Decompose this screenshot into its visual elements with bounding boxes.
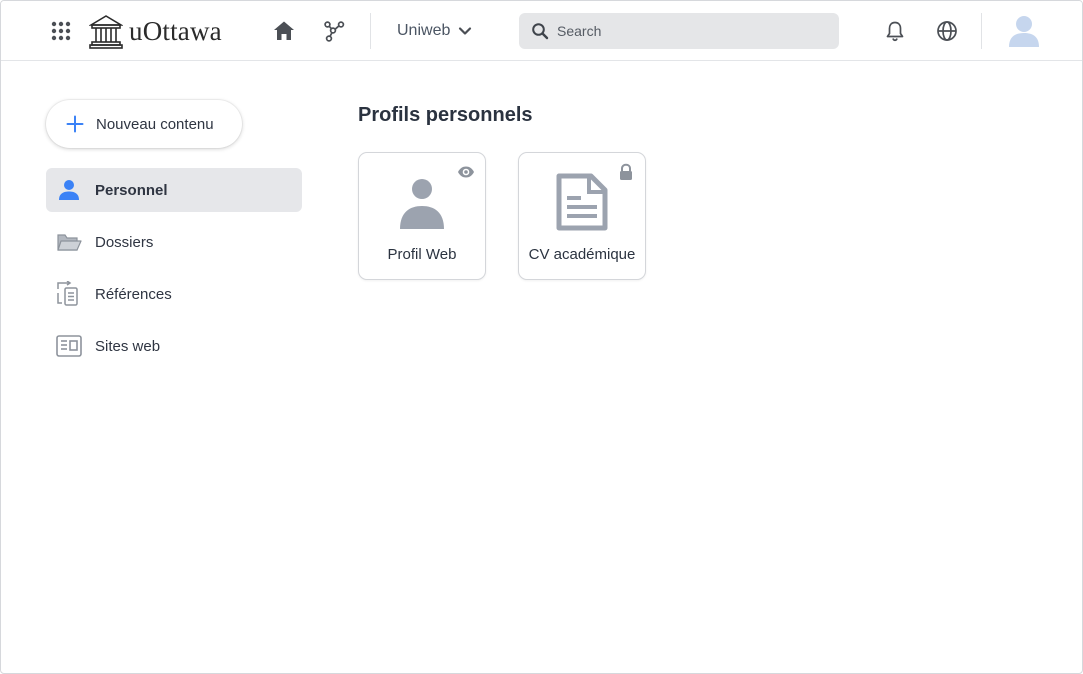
new-content-label: Nouveau contenu bbox=[96, 115, 214, 133]
logo-text: uOttawa bbox=[129, 15, 222, 46]
search-bar[interactable] bbox=[519, 13, 839, 49]
plus-icon bbox=[66, 115, 84, 133]
university-building-icon bbox=[89, 15, 123, 49]
person-icon bbox=[56, 177, 82, 203]
sidebar-item-label: Personnel bbox=[95, 181, 168, 199]
document-icon bbox=[554, 173, 610, 233]
new-content-button[interactable]: Nouveau contenu bbox=[46, 100, 242, 148]
search-input[interactable] bbox=[557, 23, 827, 39]
user-avatar[interactable] bbox=[1006, 12, 1042, 48]
page-title: Profils personnels bbox=[358, 104, 533, 126]
header-divider bbox=[370, 13, 371, 49]
eye-icon bbox=[457, 163, 475, 181]
sidebar-item-label: Références bbox=[95, 285, 172, 303]
folder-open-icon bbox=[56, 229, 82, 255]
search-icon bbox=[532, 23, 549, 40]
apps-grid-icon[interactable] bbox=[49, 19, 73, 43]
uottawa-logo[interactable]: uOttawa bbox=[89, 11, 222, 51]
sidebar-item-label: Sites web bbox=[95, 337, 161, 355]
person-icon bbox=[394, 173, 450, 233]
user-silhouette-icon bbox=[1009, 16, 1039, 47]
card-label: Profil Web bbox=[387, 246, 457, 263]
header-divider-right bbox=[981, 13, 982, 49]
sidebar-item-label: Dossiers bbox=[95, 233, 154, 251]
chevron-down-icon bbox=[459, 27, 472, 35]
sidebar-item-dossiers[interactable]: Dossiers bbox=[46, 220, 302, 264]
sidebar-item-sites-web[interactable]: Sites web bbox=[46, 324, 302, 368]
sidebar-item-personnel[interactable]: Personnel bbox=[46, 168, 302, 212]
workspace-selector[interactable]: Uniweb bbox=[387, 15, 482, 47]
card-label: CV académique bbox=[528, 246, 636, 263]
lock-icon bbox=[617, 163, 635, 181]
sidebar-item-references[interactable]: Références bbox=[46, 272, 302, 316]
profile-card-cv-academique[interactable]: CV académique bbox=[518, 152, 646, 280]
newspaper-icon bbox=[56, 333, 82, 359]
notifications-bell-icon[interactable] bbox=[883, 19, 907, 43]
network-graph-icon[interactable] bbox=[322, 19, 346, 43]
references-icon bbox=[56, 281, 82, 307]
home-icon[interactable] bbox=[272, 19, 296, 43]
app-window: uOttawa Uniweb Search Nouveau contenu Pe… bbox=[0, 0, 1083, 674]
profile-card-profil-web[interactable]: Profil Web bbox=[358, 152, 486, 280]
language-globe-icon[interactable] bbox=[935, 19, 959, 43]
top-bar: uOttawa Uniweb bbox=[1, 1, 1082, 61]
workspace-label: Uniweb bbox=[397, 22, 451, 39]
